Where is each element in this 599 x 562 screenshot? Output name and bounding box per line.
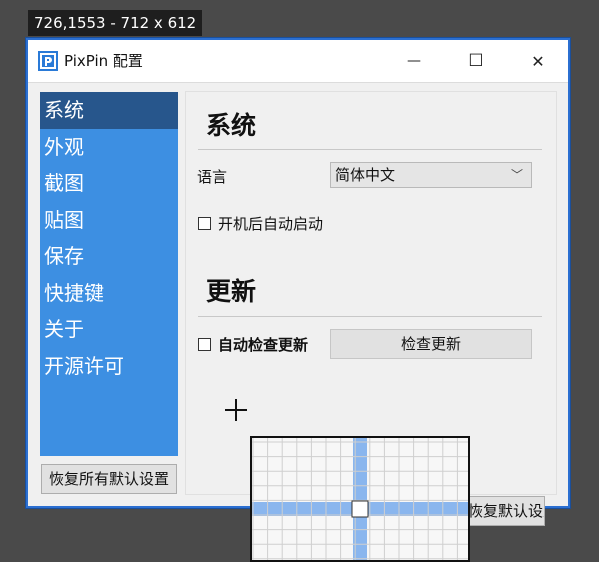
sidebar-item-system[interactable]: 系统	[40, 92, 178, 129]
sidebar-item-pin[interactable]: 贴图	[40, 202, 178, 239]
sidebar-item-screenshot[interactable]: 截图	[40, 165, 178, 202]
maximize-button[interactable]: ☐	[446, 40, 506, 82]
capture-coordinates-readout: 726,1553 - 712 x 612	[28, 10, 203, 36]
auto-check-updates-label[interactable]: 自动检查更新	[218, 334, 308, 355]
chevron-down-icon: ﹀	[510, 168, 523, 182]
section-divider	[198, 149, 542, 150]
sidebar-item-about[interactable]: 关于	[40, 311, 178, 348]
sidebar-item-save[interactable]: 保存	[40, 238, 178, 275]
minimize-icon: —	[407, 53, 421, 69]
title-bar[interactable]: PixPin 配置 — ☐ ✕	[28, 40, 568, 83]
update-section-title: 更新	[206, 277, 257, 306]
window-title: PixPin 配置	[64, 52, 143, 70]
close-button[interactable]: ✕	[508, 40, 568, 82]
reset-defaults-button[interactable]: 恢复默认设置	[461, 496, 545, 526]
autostart-label[interactable]: 开机后自动启动	[218, 213, 323, 234]
sidebar-item-shortcuts[interactable]: 快捷键	[40, 275, 178, 312]
auto-check-updates-checkbox[interactable]	[198, 338, 211, 351]
system-section-title: 系统	[206, 111, 257, 140]
magnifier-grid	[252, 438, 468, 560]
sidebar-nav: 系统 外观 截图 贴图 保存 快捷键 关于 开源许可	[40, 92, 178, 456]
sidebar-item-licenses[interactable]: 开源许可	[40, 348, 178, 385]
settings-panel: 系统 语言 简体中文 ﹀ 开机后自动启动 更新 自动检查更新 检查更新	[185, 91, 557, 495]
pixpin-logo-icon	[38, 51, 58, 71]
check-updates-button[interactable]: 检查更新	[330, 329, 532, 359]
reset-all-defaults-button[interactable]: 恢复所有默认设置	[41, 464, 177, 494]
language-value: 简体中文	[335, 166, 396, 184]
language-select[interactable]: 简体中文 ﹀	[330, 162, 532, 188]
autostart-checkbox[interactable]	[198, 217, 211, 230]
close-icon: ✕	[531, 51, 545, 71]
maximize-icon: ☐	[468, 51, 484, 71]
section-divider	[198, 316, 542, 317]
crosshair-cursor-icon	[225, 399, 247, 421]
magnifier-loupe	[250, 436, 470, 562]
sidebar-item-appearance[interactable]: 外观	[40, 129, 178, 166]
minimize-button[interactable]: —	[384, 40, 444, 82]
language-label: 语言	[197, 168, 228, 186]
